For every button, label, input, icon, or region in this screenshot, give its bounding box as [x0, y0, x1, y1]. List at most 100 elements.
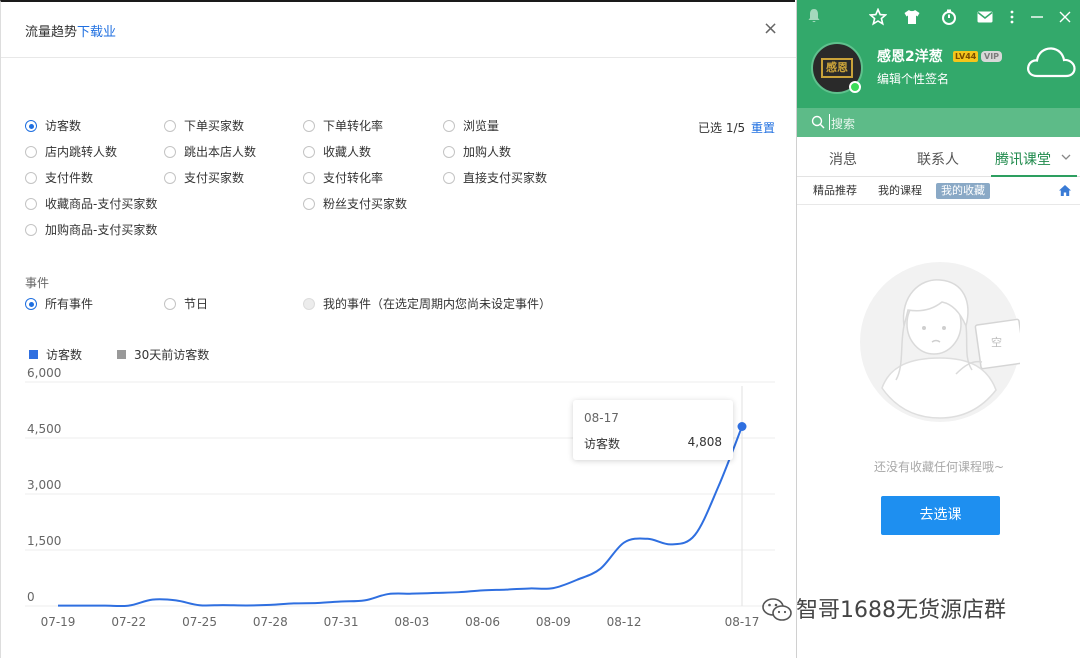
empty-state-text: 还没有收藏任何课程哦~: [873, 460, 1005, 474]
level-badge: LV44: [953, 51, 979, 62]
traffic-trend-dialog: 流量趋势下载业 × 访客数 下单买家数 下单转化率 浏览量 店内跳转人数 跳出本…: [0, 0, 796, 658]
watermark-text: 智哥1688无货源店群: [796, 598, 1006, 623]
wechat-icon: [762, 598, 792, 621]
metric-option[interactable]: 支付买家数: [164, 170, 244, 186]
metric-option[interactable]: 收藏商品-支付买家数: [25, 196, 157, 212]
sub-tabs: 精品推荐 我的课程 我的收藏: [797, 177, 1080, 205]
tab-tencent-classroom[interactable]: 腾讯课堂: [995, 149, 1051, 169]
legend-swatch: [29, 350, 38, 359]
metric-option[interactable]: 支付转化率: [303, 170, 383, 186]
minimize-icon[interactable]: [1028, 8, 1046, 26]
radio-icon: [164, 146, 176, 158]
metric-option[interactable]: 直接支付买家数: [443, 170, 547, 186]
close-icon[interactable]: [1056, 8, 1074, 26]
close-icon[interactable]: ×: [763, 20, 778, 38]
metric-option[interactable]: 粉丝支付买家数: [303, 196, 407, 212]
subtab-my-favorites[interactable]: 我的收藏: [936, 183, 990, 199]
radio-icon: [25, 120, 37, 132]
reset-link[interactable]: 重置: [751, 119, 775, 136]
radio-icon: [25, 224, 37, 236]
mail-icon[interactable]: [976, 8, 994, 26]
radio-icon: [303, 120, 315, 132]
tooltip-value: 4,808: [687, 435, 722, 449]
event-option[interactable]: 节日: [164, 296, 208, 312]
x-tick-label: 08-17: [725, 615, 760, 629]
download-link[interactable]: 下载业: [77, 25, 116, 40]
event-option-disabled: 我的事件（在选定周期内您尚未设定事件）: [303, 296, 551, 312]
chart-tooltip: 08-17 访客数 4,808: [573, 400, 733, 460]
search-bar[interactable]: 搜索: [797, 108, 1080, 137]
metric-option[interactable]: 加购人数: [443, 144, 511, 160]
qq-panel: 感恩 感恩2洋葱 LV44 VIP 编辑个性签名 搜索 消息 联系人 腾讯课堂 …: [796, 0, 1080, 658]
watermark: 智哥1688无货源店群: [762, 592, 1006, 624]
x-tick-label: 08-09: [536, 615, 571, 629]
radio-icon: [303, 298, 315, 310]
search-input[interactable]: 搜索: [831, 115, 855, 132]
tab-messages[interactable]: 消息: [829, 149, 857, 169]
shirt-icon[interactable]: [903, 8, 921, 26]
radio-icon: [164, 172, 176, 184]
metric-option[interactable]: 访客数: [25, 118, 81, 134]
cloud-icon[interactable]: [1025, 44, 1077, 84]
radio-icon: [303, 198, 315, 210]
y-tick-label: 1,500: [27, 534, 61, 548]
radio-icon: [25, 198, 37, 210]
legend-item[interactable]: 访客数: [29, 346, 82, 363]
metric-option[interactable]: 支付件数: [25, 170, 93, 186]
subtab-featured[interactable]: 精品推荐: [813, 183, 857, 199]
radio-icon: [303, 172, 315, 184]
metric-option[interactable]: 加购商品-支付买家数: [25, 222, 157, 238]
dialog-title: 流量趋势下载业: [25, 25, 117, 40]
tooltip-series: 访客数: [584, 437, 621, 451]
legend-swatch: [117, 350, 126, 359]
metric-option[interactable]: 跳出本店人数: [164, 144, 256, 160]
x-tick-label: 07-28: [253, 615, 288, 629]
selected-count: 已选 1/5: [698, 121, 746, 135]
y-tick-label: 6,000: [27, 366, 61, 380]
avatar-logo: 感恩: [821, 58, 853, 78]
x-tick-label: 07-25: [182, 615, 217, 629]
legend-item[interactable]: 30天前访客数: [117, 346, 209, 363]
y-tick-label: 4,500: [27, 422, 61, 436]
profile-header: 感恩 感恩2洋葱 LV44 VIP 编辑个性签名: [797, 0, 1080, 108]
x-tick-label: 07-31: [324, 615, 359, 629]
star-icon[interactable]: [868, 7, 888, 26]
metric-option[interactable]: 浏览量: [443, 118, 499, 134]
y-tick-label: 0: [27, 590, 35, 604]
more-icon[interactable]: [1003, 8, 1021, 26]
avatar[interactable]: 感恩: [811, 42, 863, 94]
x-tick-label: 08-06: [465, 615, 500, 629]
metric-option[interactable]: 收藏人数: [303, 144, 371, 160]
chevron-down-icon[interactable]: [1061, 153, 1071, 161]
x-tick-label: 08-12: [607, 615, 642, 629]
metric-option[interactable]: 下单买家数: [164, 118, 244, 134]
x-tick-label: 07-19: [41, 615, 76, 629]
browse-courses-button[interactable]: 去选课: [881, 496, 1000, 535]
signature-edit[interactable]: 编辑个性签名: [877, 70, 949, 87]
radio-icon: [303, 146, 315, 158]
y-tick-label: 3,000: [27, 478, 61, 492]
event-option[interactable]: 所有事件: [25, 296, 93, 312]
radio-icon: [164, 298, 176, 310]
vip-badge: VIP: [981, 51, 1003, 62]
main-tabs: 消息 联系人 腾讯课堂: [797, 137, 1080, 177]
metric-option[interactable]: 店内跳转人数: [25, 144, 117, 160]
online-status-icon: [849, 81, 861, 93]
radio-icon: [25, 172, 37, 184]
home-icon[interactable]: [1058, 184, 1072, 197]
timer-icon[interactable]: [940, 8, 958, 26]
x-tick-label: 08-03: [394, 615, 429, 629]
bell-icon[interactable]: [805, 8, 823, 26]
tooltip-date: 08-17: [584, 411, 619, 425]
radio-icon: [25, 146, 37, 158]
nickname: 感恩2洋葱: [877, 49, 943, 65]
x-tick-label: 07-22: [111, 615, 146, 629]
tab-contacts[interactable]: 联系人: [917, 149, 959, 169]
dialog-header: 流量趋势下载业 ×: [1, 2, 796, 58]
radio-icon: [164, 120, 176, 132]
subtab-my-courses[interactable]: 我的课程: [878, 183, 922, 199]
search-icon: [811, 115, 825, 129]
radio-icon: [443, 172, 455, 184]
radio-icon: [443, 146, 455, 158]
metric-option[interactable]: 下单转化率: [303, 118, 383, 134]
